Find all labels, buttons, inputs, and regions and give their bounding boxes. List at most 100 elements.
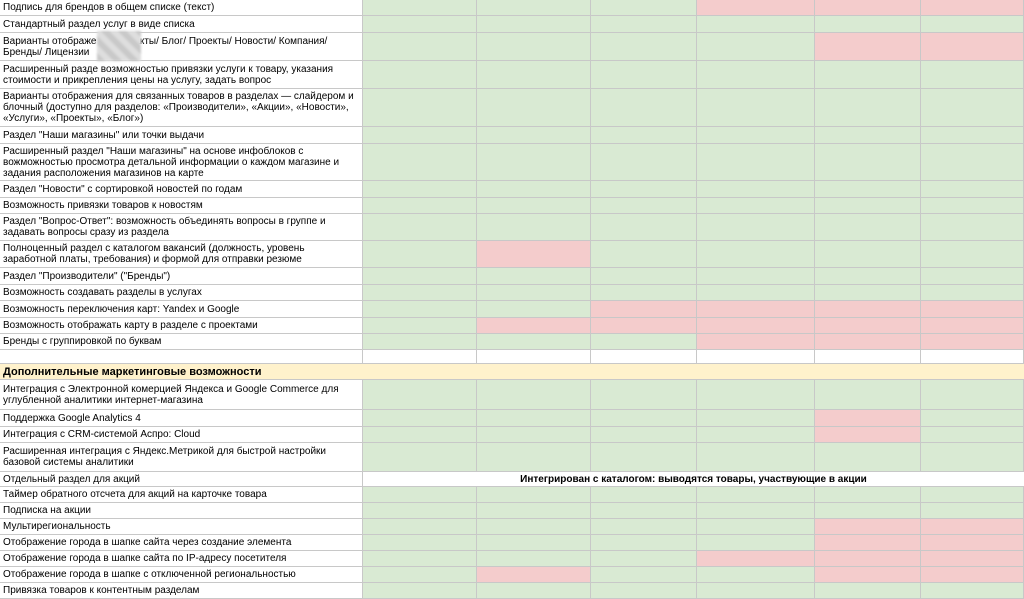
status-cell-yes[interactable] [363,61,477,89]
status-cell-yes[interactable] [921,214,1024,241]
status-cell-yes[interactable] [477,181,591,198]
feature-label-cell[interactable]: Раздел "Производители" ("Бренды") [0,268,363,285]
status-cell-yes[interactable] [477,89,591,127]
status-cell-no[interactable] [921,551,1024,567]
status-cell-yes[interactable] [697,61,815,89]
status-cell-yes[interactable] [815,214,921,241]
status-cell-no[interactable] [921,334,1024,350]
feature-label-cell[interactable]: Возможность переключения карт: Yandex и … [0,301,363,318]
feature-label-cell[interactable]: Мультирегиональность [0,519,363,535]
status-cell-yes[interactable] [921,285,1024,301]
status-cell-yes[interactable] [363,268,477,285]
status-cell-yes[interactable] [591,427,697,443]
status-cell-yes[interactable] [363,214,477,241]
status-cell-yes[interactable] [591,380,697,410]
status-cell-yes[interactable] [363,301,477,318]
status-cell-no[interactable] [477,241,591,268]
status-cell-yes[interactable] [477,503,591,519]
status-cell-yes[interactable] [697,443,815,472]
status-cell-yes[interactable] [697,503,815,519]
feature-label-cell[interactable] [0,350,363,364]
feature-label-cell[interactable]: Интеграция с Электронной комерцией Яндек… [0,380,363,410]
feature-label-cell[interactable]: Расширенный разде возможностью привязки … [0,61,363,89]
status-cell-no[interactable] [697,0,815,16]
status-cell-no[interactable] [697,318,815,334]
status-cell-yes[interactable] [363,519,477,535]
status-cell-yes[interactable] [697,519,815,535]
feature-label-cell[interactable]: Возможность создавать разделы в услугах [0,285,363,301]
status-cell-no[interactable] [591,318,697,334]
feature-label-cell[interactable]: Поддержка Google Analytics 4 [0,410,363,427]
status-cell-yes[interactable] [697,181,815,198]
status-cell-yes[interactable] [591,127,697,144]
feature-label-cell[interactable]: Раздел "Новости" с сортировкой новостей … [0,181,363,198]
status-cell-yes[interactable] [363,241,477,268]
status-cell-no[interactable] [815,0,921,16]
status-cell-yes[interactable] [477,198,591,214]
status-cell-no[interactable] [815,427,921,443]
status-cell-yes[interactable] [697,567,815,583]
status-cell-yes[interactable] [921,487,1024,503]
status-cell-yes[interactable] [363,427,477,443]
status-cell-yes[interactable] [363,535,477,551]
status-cell-yes[interactable] [363,198,477,214]
status-cell-no[interactable] [697,301,815,318]
status-cell-no[interactable] [815,551,921,567]
feature-label-cell[interactable]: Возможность привязки товаров к новостям [0,198,363,214]
status-cell-yes[interactable] [591,519,697,535]
status-cell-yes[interactable] [697,33,815,61]
status-cell-yes[interactable] [921,198,1024,214]
status-cell-no[interactable] [815,334,921,350]
status-cell-yes[interactable] [477,551,591,567]
status-cell-yes[interactable] [591,16,697,33]
feature-label-cell[interactable]: Интеграция с CRM-системой Аспро: Cloud [0,427,363,443]
status-cell-yes[interactable] [477,285,591,301]
status-cell-yes[interactable] [815,443,921,472]
feature-label-cell[interactable]: Бренды с группировкой по буквам [0,334,363,350]
status-cell-no[interactable] [921,0,1024,16]
status-cell-yes[interactable] [477,61,591,89]
status-cell-no[interactable] [921,519,1024,535]
status-cell-yes[interactable] [363,285,477,301]
status-cell-yes[interactable] [363,551,477,567]
status-cell-yes[interactable] [697,198,815,214]
status-cell-yes[interactable] [477,301,591,318]
status-cell-yes[interactable] [815,89,921,127]
status-cell-no[interactable] [477,318,591,334]
status-cell-no[interactable] [815,318,921,334]
status-cell-yes[interactable] [697,380,815,410]
status-cell-no[interactable] [921,33,1024,61]
status-cell-yes[interactable] [697,127,815,144]
status-cell-empty[interactable] [697,350,815,364]
status-cell-empty[interactable] [815,350,921,364]
feature-label-cell[interactable]: Таймер обратного отсчета для акций на ка… [0,487,363,503]
status-cell-yes[interactable] [697,214,815,241]
status-cell-yes[interactable] [591,443,697,472]
status-cell-yes[interactable] [921,427,1024,443]
status-cell-yes[interactable] [591,334,697,350]
feature-label-cell[interactable]: Расширенный раздел "Наши магазины" на ос… [0,144,363,181]
status-cell-yes[interactable] [697,241,815,268]
status-cell-yes[interactable] [921,268,1024,285]
status-cell-yes[interactable] [921,241,1024,268]
status-cell-yes[interactable] [815,198,921,214]
status-cell-yes[interactable] [363,583,477,599]
status-cell-yes[interactable] [363,33,477,61]
status-cell-yes[interactable] [921,503,1024,519]
status-cell-yes[interactable] [591,89,697,127]
status-cell-yes[interactable] [591,61,697,89]
status-cell-yes[interactable] [363,181,477,198]
status-cell-yes[interactable] [921,583,1024,599]
status-cell-yes[interactable] [363,443,477,472]
status-cell-yes[interactable] [921,410,1024,427]
status-cell-yes[interactable] [815,503,921,519]
status-cell-yes[interactable] [477,427,591,443]
feature-label-cell[interactable]: Полноценный раздел с каталогом вакансий … [0,241,363,268]
status-cell-no[interactable] [921,318,1024,334]
status-cell-yes[interactable] [815,285,921,301]
status-cell-yes[interactable] [815,16,921,33]
feature-label-cell[interactable]: Отображение города в шапке сайта по IP-а… [0,551,363,567]
status-cell-yes[interactable] [477,583,591,599]
status-cell-yes[interactable] [591,410,697,427]
status-cell-yes[interactable] [591,503,697,519]
